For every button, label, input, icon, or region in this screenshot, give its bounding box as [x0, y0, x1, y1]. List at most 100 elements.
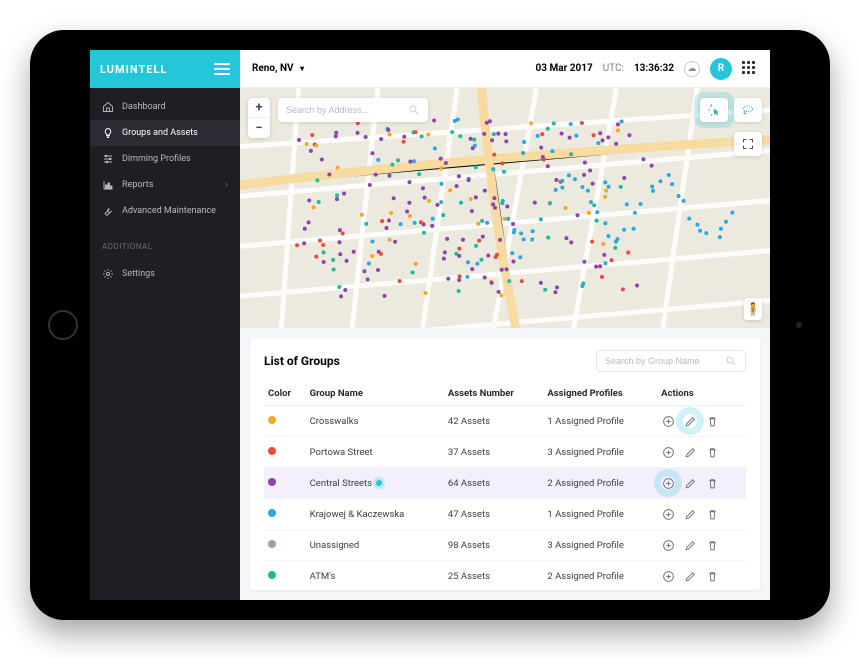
table-row[interactable]: ATM's25 Assets2 Assigned Profile: [264, 561, 746, 591]
brand-bar: LUMINTELL: [90, 50, 240, 88]
cell-color: [264, 530, 306, 561]
streetview-pegman-icon[interactable]: 🧍: [744, 298, 762, 320]
top-header: Reno, NV ▾ 03 Mar 2017 UTC: 13:36:32 ☁ R: [240, 50, 770, 88]
user-avatar[interactable]: R: [710, 58, 732, 80]
table-row[interactable]: Unassigned98 Assets3 Assigned Profile: [264, 530, 746, 561]
sidebar: LUMINTELL Dashboard Groups and Assets Dimm…: [90, 50, 240, 600]
cell-assets: 64 Assets: [444, 468, 544, 499]
nav-label: Groups and Assets: [122, 128, 198, 138]
nav-item-advanced-maintenance[interactable]: Advanced Maintenance: [90, 198, 240, 224]
col-actions: Actions: [657, 382, 746, 406]
cell-actions: [657, 499, 746, 530]
cell-group-name: Central Streets: [306, 468, 444, 499]
brand-name: LUMINTELL: [100, 63, 214, 76]
row-add-button[interactable]: [661, 507, 675, 521]
map-select-tool[interactable]: [700, 98, 728, 122]
cell-group-name: Unassigned: [306, 530, 444, 561]
wrench-icon: [102, 205, 114, 217]
map-zoom-control: + −: [248, 98, 270, 138]
cell-assets: 25 Assets: [444, 561, 544, 591]
map-search-input[interactable]: [286, 105, 408, 115]
tablet-frame: LUMINTELL Dashboard Groups and Assets Dimm…: [30, 30, 830, 620]
nav-item-dashboard[interactable]: Dashboard: [90, 94, 240, 120]
table-row[interactable]: Crosswalks42 Assets1 Assigned Profile: [264, 406, 746, 437]
color-dot-icon: [268, 571, 276, 579]
table-row[interactable]: Central Streets64 Assets2 Assigned Profi…: [264, 468, 746, 499]
row-add-button[interactable]: [661, 569, 675, 583]
groups-table: ColorGroup NameAssets NumberAssigned Pro…: [264, 382, 746, 590]
row-delete-button[interactable]: [705, 445, 719, 459]
row-add-button[interactable]: [661, 445, 675, 459]
nav-label: Dimming Profiles: [122, 154, 191, 164]
cell-assets: 42 Assets: [444, 406, 544, 437]
table-row[interactable]: Portowa Street37 Assets3 Assigned Profil…: [264, 437, 746, 468]
cell-group-name: ATM's: [306, 561, 444, 591]
location-selector[interactable]: Reno, NV ▾: [252, 63, 304, 74]
search-icon: [725, 355, 737, 367]
map-area[interactable]: + − 🧍: [240, 88, 770, 328]
sliders-icon: [102, 153, 114, 165]
home-icon: [102, 101, 114, 113]
row-edit-button[interactable]: [683, 507, 697, 521]
row-delete-button[interactable]: [705, 507, 719, 521]
date-text: 03 Mar 2017: [536, 63, 593, 74]
row-edit-button[interactable]: [683, 476, 697, 490]
color-dot-icon: [268, 416, 276, 424]
location-text: Reno, NV: [252, 63, 294, 74]
col-assigned-profiles: Assigned Profiles: [543, 382, 657, 406]
table-row[interactable]: Krajowej & Kaczewska47 Assets1 Assigned …: [264, 499, 746, 530]
apps-grid-icon[interactable]: [742, 61, 758, 77]
nav-label: Reports: [122, 180, 153, 190]
nav-item-dimming-profiles[interactable]: Dimming Profiles: [90, 146, 240, 172]
chevron-down-icon: ▾: [300, 64, 304, 73]
cell-group-name: Krajowej & Kaczewska: [306, 499, 444, 530]
row-edit-button[interactable]: [683, 414, 697, 428]
map-lasso-tool[interactable]: [734, 98, 762, 122]
map-search-box: [278, 98, 428, 122]
map-canvas[interactable]: [240, 88, 770, 328]
col-assets-number: Assets Number: [444, 382, 544, 406]
row-delete-button[interactable]: [705, 538, 719, 552]
sidebar-section-label: ADDITIONAL: [90, 230, 240, 255]
row-edit-button[interactable]: [683, 538, 697, 552]
map-fullscreen-button[interactable]: [734, 132, 762, 156]
nav-item-groups-and-assets[interactable]: Groups and Assets: [90, 120, 240, 146]
group-search-box: [596, 350, 746, 372]
cell-assets: 47 Assets: [444, 499, 544, 530]
zoom-in-button[interactable]: +: [248, 98, 270, 118]
cloud-sync-icon[interactable]: ☁: [684, 61, 700, 77]
group-search-input[interactable]: [605, 356, 725, 366]
tablet-home-button[interactable]: [48, 310, 78, 340]
color-dot-icon: [268, 540, 276, 548]
menu-toggle-icon[interactable]: [214, 63, 230, 75]
groups-panel: List of Groups ColorGroup NameAssets Num…: [250, 338, 760, 590]
chart-icon: [102, 179, 114, 191]
col-group-name: Group Name: [306, 382, 444, 406]
color-dot-icon: [268, 447, 276, 455]
nav-item-settings[interactable]: Settings: [90, 261, 240, 287]
zoom-out-button[interactable]: −: [248, 118, 270, 138]
row-delete-button[interactable]: [705, 476, 719, 490]
panel-title: List of Groups: [264, 354, 340, 368]
cell-profiles: 3 Assigned Profile: [543, 530, 657, 561]
cell-group-name: Crosswalks: [306, 406, 444, 437]
row-add-button[interactable]: [661, 476, 675, 490]
nav-label: Advanced Maintenance: [122, 206, 216, 216]
extra-nav: Settings: [90, 255, 240, 293]
row-add-button[interactable]: [661, 538, 675, 552]
cell-assets: 37 Assets: [444, 437, 544, 468]
row-edit-button[interactable]: [683, 569, 697, 583]
row-edit-button[interactable]: [683, 445, 697, 459]
cell-actions: [657, 406, 746, 437]
cell-profiles: 1 Assigned Profile: [543, 499, 657, 530]
nav-item-reports[interactable]: Reports›: [90, 172, 240, 198]
map-tools: [700, 98, 762, 122]
row-add-button[interactable]: [661, 414, 675, 428]
cell-assets: 98 Assets: [444, 530, 544, 561]
cell-color: [264, 406, 306, 437]
row-delete-button[interactable]: [705, 414, 719, 428]
main-nav: Dashboard Groups and Assets Dimming Profil…: [90, 88, 240, 230]
cell-actions: [657, 561, 746, 591]
color-dot-icon: [268, 478, 276, 486]
row-delete-button[interactable]: [705, 569, 719, 583]
